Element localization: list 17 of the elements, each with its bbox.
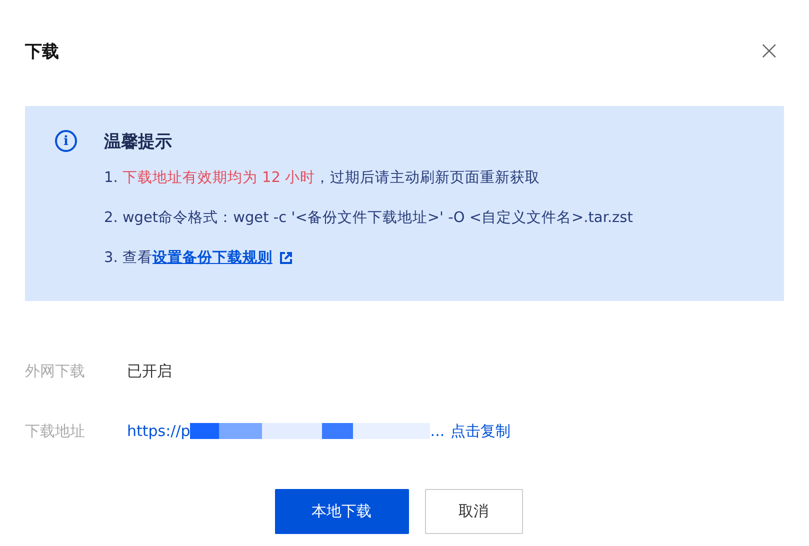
cancel-button[interactable]: 取消 [424, 489, 522, 534]
field-label: 下载地址 [25, 422, 86, 440]
info-icon: i [55, 130, 77, 152]
field-label: 外网下载 [25, 362, 86, 380]
copy-link[interactable]: 点击复制 [450, 422, 511, 440]
close-button[interactable]: × [754, 38, 784, 64]
external-link-icon[interactable] [280, 252, 292, 264]
notice-item: 1. 下载地址有效期均为 12 小时，过期后请主动刷新页面重新获取 [104, 168, 542, 188]
download-url: https://p [127, 422, 190, 440]
rules-link[interactable]: 设置备份下载规则 [152, 250, 272, 266]
url-ellipsis: ... [430, 422, 445, 440]
notice-item: 2. wget命令格式：wget -c '<备份文件下载地址>' -O <自定义文件名>.tar.zst [104, 208, 634, 228]
dialog-title: 下载 [25, 40, 59, 62]
field-value: 已开启 [127, 362, 172, 380]
notice-title: 温馨提示 [104, 131, 173, 153]
notice-item: 3. 查看设置备份下载规则 [104, 247, 784, 287]
download-button[interactable]: 本地下载 [274, 489, 408, 534]
